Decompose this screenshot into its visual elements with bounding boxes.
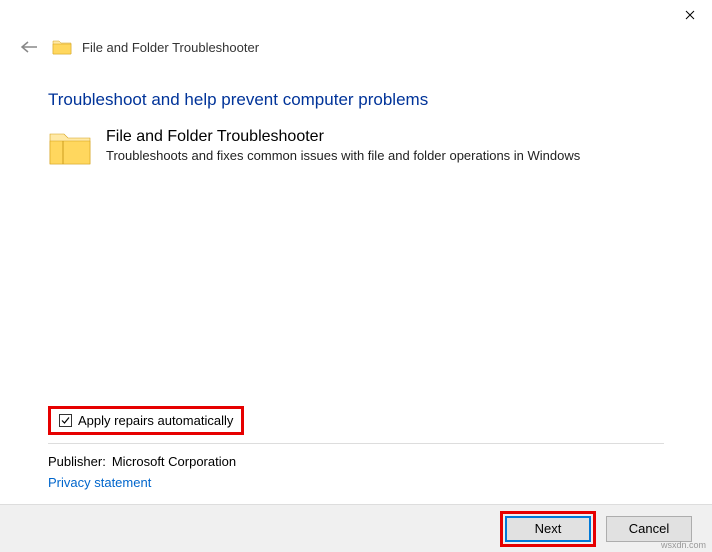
next-button[interactable]: Next — [505, 516, 591, 542]
divider — [48, 443, 664, 444]
publisher-value: Microsoft Corporation — [112, 454, 236, 469]
header-row: File and Folder Troubleshooter — [0, 30, 712, 70]
titlebar — [0, 0, 712, 30]
folder-icon-small — [52, 38, 72, 56]
publisher-row: Publisher: Microsoft Corporation — [48, 454, 664, 469]
publisher-label: Publisher: — [48, 454, 106, 469]
privacy-statement-link[interactable]: Privacy statement — [48, 475, 664, 490]
item-description: Troubleshoots and fixes common issues wi… — [106, 148, 580, 163]
folder-icon-large — [48, 128, 92, 168]
apply-repairs-label: Apply repairs automatically — [78, 413, 233, 428]
section-heading: Troubleshoot and help prevent computer p… — [48, 90, 664, 110]
troubleshooter-item: File and Folder Troubleshooter Troublesh… — [48, 128, 664, 168]
close-icon — [685, 10, 695, 20]
item-title: File and Folder Troubleshooter — [106, 128, 580, 146]
cancel-button[interactable]: Cancel — [606, 516, 692, 542]
footer-bar: Next Cancel — [0, 504, 712, 552]
watermark: wsxdn.com — [661, 540, 706, 550]
window-title: File and Folder Troubleshooter — [82, 40, 259, 55]
close-button[interactable] — [667, 0, 712, 30]
apply-repairs-option[interactable]: Apply repairs automatically — [48, 406, 244, 435]
apply-repairs-checkbox[interactable] — [59, 414, 72, 427]
next-button-highlight: Next — [500, 511, 596, 547]
main-content: Troubleshoot and help prevent computer p… — [0, 90, 712, 168]
back-arrow-icon[interactable] — [16, 40, 42, 54]
checkmark-icon — [61, 416, 70, 425]
